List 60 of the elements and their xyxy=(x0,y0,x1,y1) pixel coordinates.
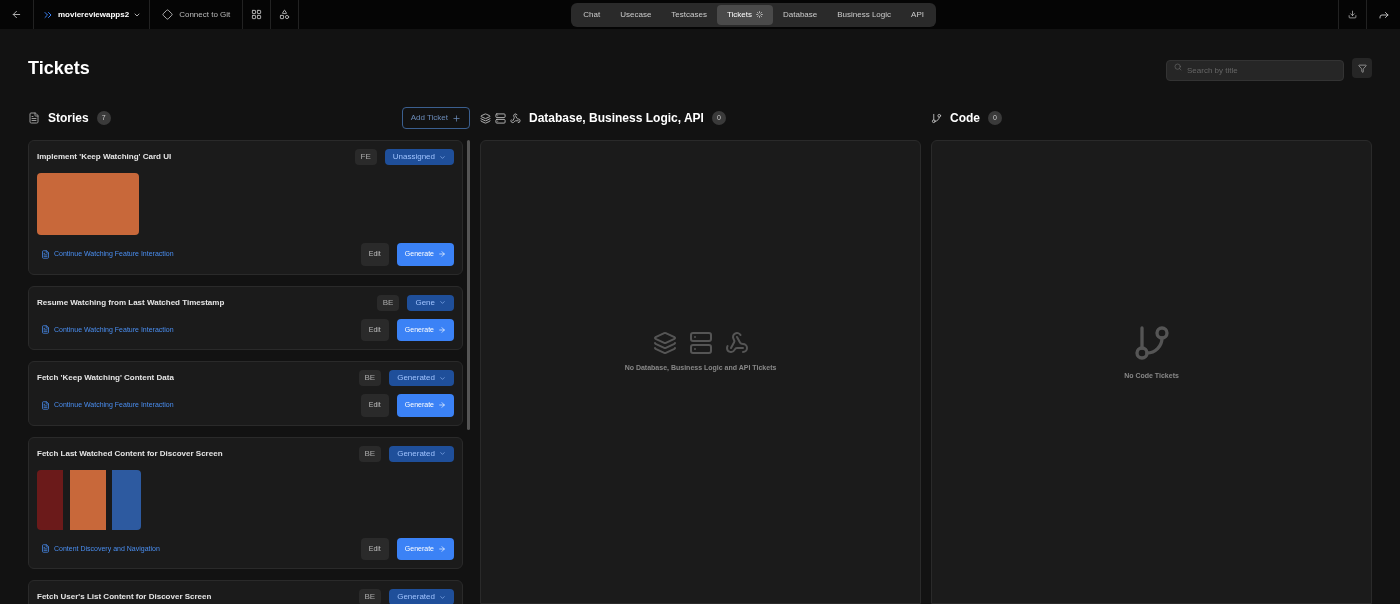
document-icon xyxy=(41,400,50,410)
project-selector[interactable]: moviereviewapps2 xyxy=(34,0,151,29)
column-title: Stories xyxy=(48,110,89,127)
chevron-icon xyxy=(439,374,446,382)
document-icon xyxy=(41,249,50,259)
plus-icon xyxy=(452,113,461,123)
ticket-title: Implement 'Keep Watching' Card UI xyxy=(37,151,173,163)
chevron-icon xyxy=(439,299,446,306)
ticket-title: Fetch Last Watched Content for Discover Screen xyxy=(37,447,224,460)
chevron-icon xyxy=(439,153,446,161)
tag-label: BE xyxy=(376,294,400,311)
arrow-icon xyxy=(438,250,446,259)
document-icon xyxy=(41,544,50,554)
filter-button[interactable] xyxy=(1352,58,1372,78)
tag-label: BE xyxy=(358,589,382,604)
ticket-title: Fetch User's List Content for Discover Screen xyxy=(37,591,213,603)
search-icon xyxy=(1174,62,1182,71)
branch-icon xyxy=(931,112,942,124)
arrow-icon xyxy=(438,325,446,334)
document-icon xyxy=(28,112,40,124)
tab[interactable]: API xyxy=(901,4,934,25)
column-title: Database, Business Logic, API xyxy=(529,110,704,127)
arrow-icon xyxy=(438,544,446,553)
add-ticket-button[interactable]: Add Ticket xyxy=(401,107,470,129)
shapes-icon xyxy=(279,9,291,20)
server-icon xyxy=(495,112,506,124)
tab[interactable]: Chat xyxy=(573,4,611,25)
tab[interactable]: Tickets xyxy=(716,4,773,25)
webhook-icon xyxy=(510,112,521,124)
download-icon xyxy=(1348,10,1357,19)
server-icon xyxy=(688,330,713,355)
filter-icon xyxy=(1357,63,1367,73)
status-dropdown[interactable]: Generated xyxy=(389,445,454,462)
tab[interactable]: Database xyxy=(773,4,828,25)
ticket-title: Fetch 'Keep Watching' Content Data xyxy=(37,372,175,384)
connect-git-button[interactable]: Connect to Git xyxy=(150,0,244,29)
status-dropdown[interactable]: Generated xyxy=(389,370,454,386)
page-title: Tickets xyxy=(28,56,91,80)
git-icon xyxy=(162,9,174,20)
tab[interactable]: Business Logic xyxy=(827,4,902,25)
column-title: Code xyxy=(950,110,980,127)
spinner-icon xyxy=(756,11,763,18)
webhook-icon xyxy=(724,330,749,355)
back-arrow-icon xyxy=(11,9,22,20)
tag-label: BE xyxy=(358,445,382,462)
ticket-title: Resume Watching from Last Watched Timestamp xyxy=(37,296,226,309)
tag-label: BE xyxy=(358,370,382,386)
chevron-icon xyxy=(439,593,446,601)
tab[interactable]: Testcases xyxy=(661,4,717,25)
status-dropdown[interactable]: Unassigned xyxy=(384,149,454,165)
layers-icon xyxy=(652,330,677,355)
tab[interactable]: Usecase xyxy=(610,4,662,25)
tag-label: FE xyxy=(354,149,377,165)
chevron-icon xyxy=(439,450,446,457)
status-dropdown[interactable]: Gene xyxy=(407,294,454,311)
status-dropdown[interactable]: Generated xyxy=(389,589,454,604)
document-icon xyxy=(41,325,50,335)
layers-icon xyxy=(480,112,491,124)
arrow-icon xyxy=(438,401,446,410)
grid-icon xyxy=(251,9,263,20)
